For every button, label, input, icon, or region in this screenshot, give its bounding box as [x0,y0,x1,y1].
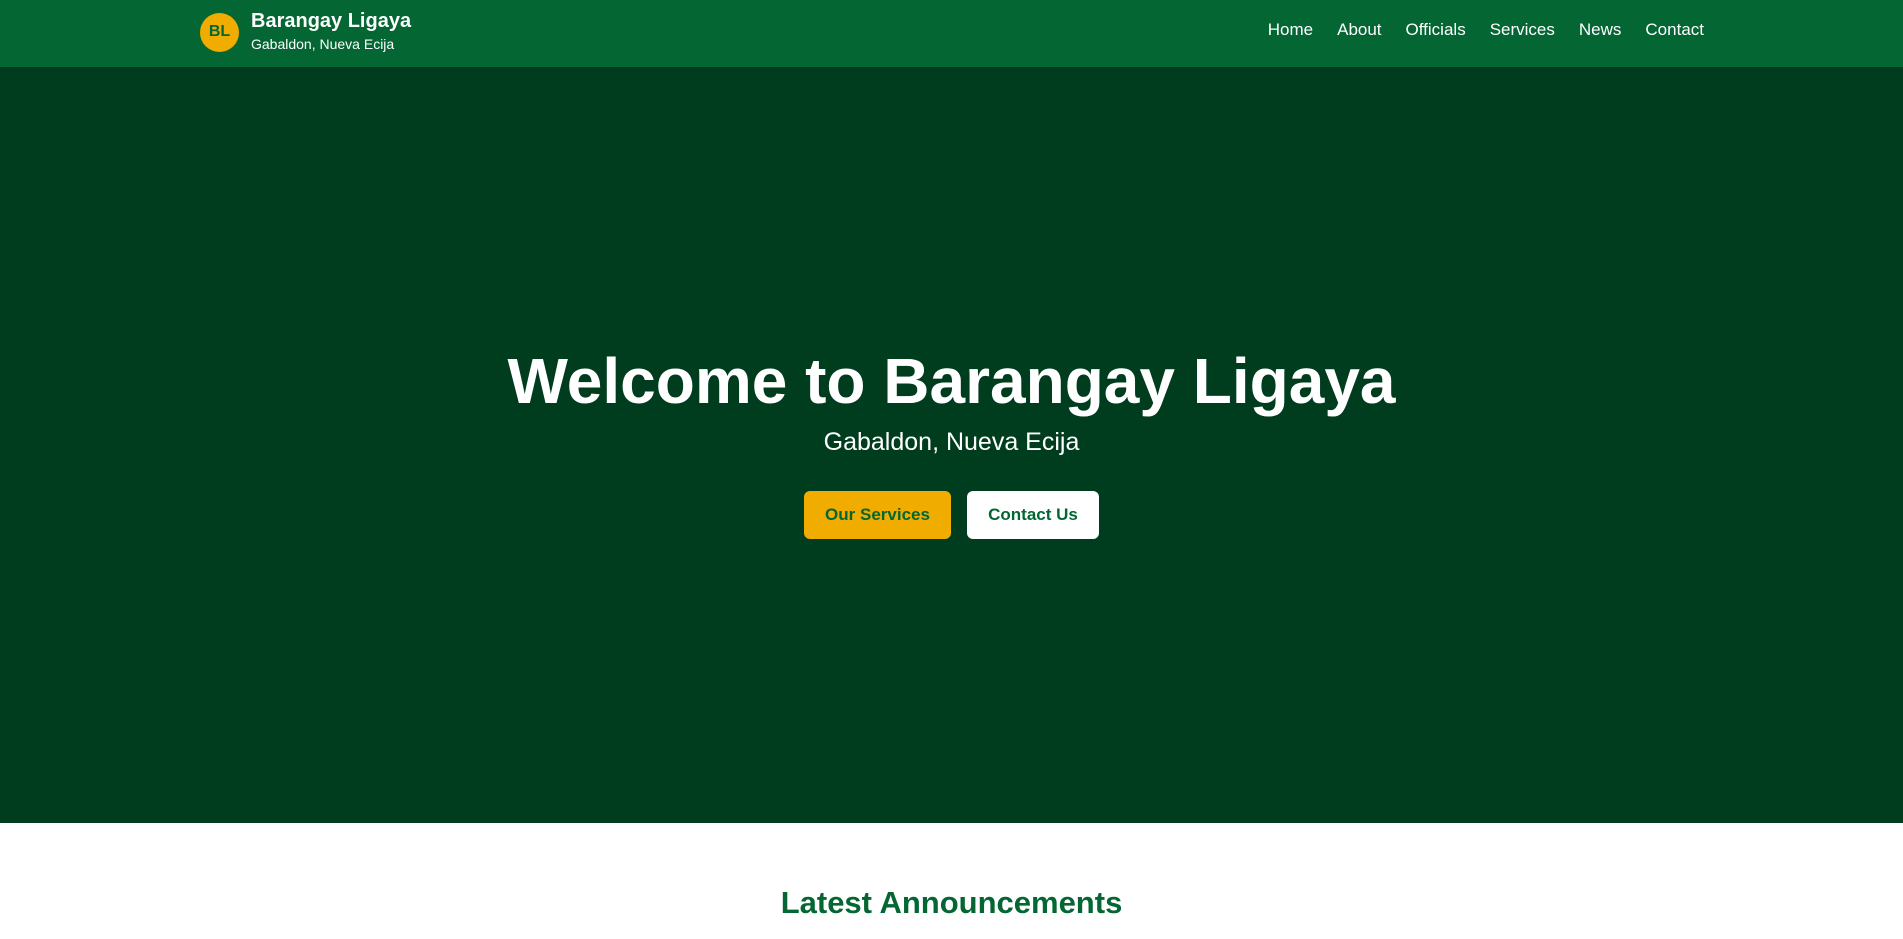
nav-link-officials[interactable]: Officials [1406,19,1466,41]
hero-subtitle: Gabaldon, Nueva Ecija [823,428,1080,456]
nav-link-services[interactable]: Services [1490,19,1555,41]
our-services-button[interactable]: Our Services [804,491,951,539]
announcements-section: Latest Announcements [0,823,1903,939]
site-header: BL Barangay Ligaya Gabaldon, Nueva Ecija… [0,0,1903,67]
hero-section: Welcome to Barangay Ligaya Gabaldon, Nue… [0,67,1903,823]
brand[interactable]: BL Barangay Ligaya Gabaldon, Nueva Ecija [200,10,411,54]
hero-title: Welcome to Barangay Ligaya [507,345,1396,417]
contact-us-button[interactable]: Contact Us [967,491,1099,539]
hero-actions: Our Services Contact Us [0,491,1903,539]
brand-text: Barangay Ligaya Gabaldon, Nueva Ecija [251,10,411,54]
nav-link-news[interactable]: News [1579,19,1622,41]
announcements-title: Latest Announcements [780,885,1123,920]
logo-badge: BL [200,12,239,52]
nav-link-contact[interactable]: Contact [1645,19,1704,41]
brand-name: Barangay Ligaya [251,10,412,32]
main-nav: Home About Officials Services News Conta… [1244,19,1704,41]
brand-location: Gabaldon, Nueva Ecija [251,36,395,52]
nav-link-home[interactable]: Home [1268,19,1313,41]
nav-link-about[interactable]: About [1337,19,1381,41]
